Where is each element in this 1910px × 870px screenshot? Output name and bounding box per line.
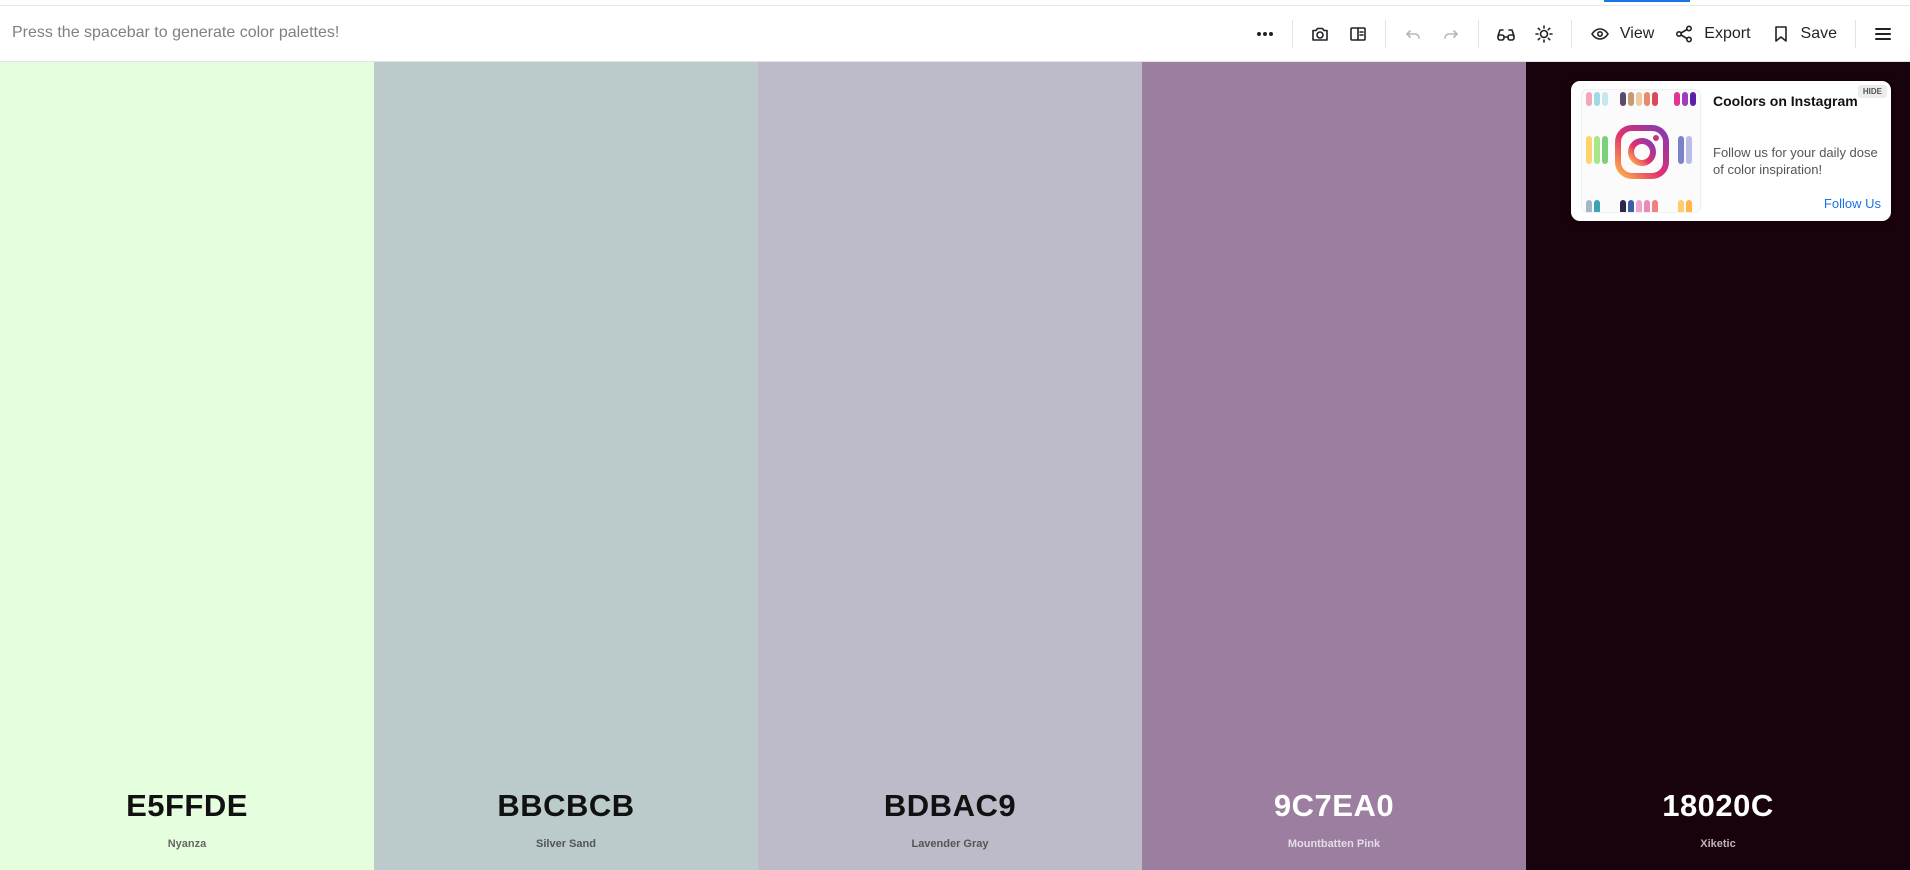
undo-icon xyxy=(1406,30,1420,39)
promo-thumbnail xyxy=(1581,89,1701,213)
color-name: Xiketic xyxy=(1700,838,1736,850)
split-view-icon xyxy=(1350,27,1366,41)
toolbar-divider xyxy=(1477,20,1479,48)
color-hex[interactable]: 9C7EA0 xyxy=(1142,788,1526,824)
redo-icon xyxy=(1444,30,1458,39)
color-swatch[interactable]: 9C7EA0 Mountbatten Pink xyxy=(1142,62,1526,870)
screenshot-button[interactable] xyxy=(1301,16,1339,52)
color-hex[interactable]: 18020C xyxy=(1526,788,1910,824)
camera-icon xyxy=(1312,27,1328,41)
spacebar-hint: Press the spacebar to generate color pal… xyxy=(12,24,340,41)
color-swatch[interactable]: E5FFDE Nyanza xyxy=(0,62,374,870)
glasses-icon xyxy=(1497,29,1515,41)
color-blindness-button[interactable] xyxy=(1487,16,1525,52)
redo-button[interactable] xyxy=(1432,16,1470,52)
color-name: Lavender Gray xyxy=(911,838,989,850)
sun-icon xyxy=(1535,25,1553,43)
promo-description: Follow us for your daily dose of color i… xyxy=(1713,145,1878,177)
export-label: Export xyxy=(1704,25,1751,42)
instagram-promo-card: HIDE Coolors on Instagram Follow us for … xyxy=(1571,81,1891,221)
save-label: Save xyxy=(1800,25,1837,42)
palette-collage-image xyxy=(1586,92,1696,212)
eye-icon xyxy=(1591,28,1609,40)
color-swatch[interactable]: BDBAC9 Lavender Gray xyxy=(758,62,1142,870)
view-label: View xyxy=(1619,25,1655,42)
toolbar-divider xyxy=(1570,20,1572,48)
bookmark-icon xyxy=(1774,26,1787,42)
color-name: Mountbatten Pink xyxy=(1287,838,1381,850)
active-indicator xyxy=(1604,0,1690,2)
promo-title: Coolors on Instagram xyxy=(1713,93,1858,109)
adjust-brightness-button[interactable] xyxy=(1525,16,1563,52)
follow-us-link[interactable]: Follow Us xyxy=(1824,196,1881,211)
toolbar-divider xyxy=(1291,20,1293,48)
toolbar-divider xyxy=(1855,20,1856,48)
view-button[interactable]: View xyxy=(1580,16,1664,52)
toolbar-divider xyxy=(1384,20,1386,48)
toolbar: Press the spacebar to generate color pal… xyxy=(0,6,1910,62)
menu-icon xyxy=(1875,28,1891,40)
toolbar-actions: View Export Save xyxy=(1246,6,1910,62)
more-icon xyxy=(1256,32,1273,37)
main-menu-button[interactable] xyxy=(1864,16,1902,52)
export-button[interactable]: Export xyxy=(1664,16,1760,52)
split-view-button[interactable] xyxy=(1339,16,1377,52)
undo-button[interactable] xyxy=(1394,16,1432,52)
color-hex[interactable]: E5FFDE xyxy=(0,788,374,824)
color-name: Silver Sand xyxy=(536,838,596,850)
save-button[interactable]: Save xyxy=(1761,16,1847,52)
instagram-logo-icon xyxy=(1615,125,1669,179)
more-options-button[interactable] xyxy=(1246,16,1284,52)
share-icon xyxy=(1676,25,1693,43)
color-swatch[interactable]: BBCBCB Silver Sand xyxy=(374,62,758,870)
color-hex[interactable]: BBCBCB xyxy=(374,788,758,824)
color-hex[interactable]: BDBAC9 xyxy=(758,788,1142,824)
color-name: Nyanza xyxy=(167,838,207,850)
